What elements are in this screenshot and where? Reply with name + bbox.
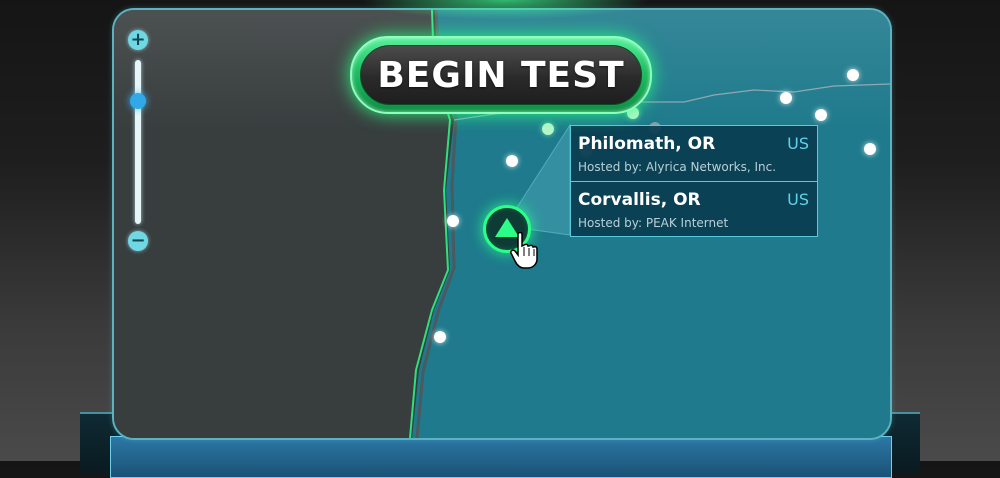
- server-country: US: [787, 134, 809, 153]
- server-option[interactable]: Corvallis, OR US Hosted by: PEAK Interne…: [571, 182, 817, 236]
- server-popup: Philomath, OR US Hosted by: Alyrica Netw…: [570, 125, 818, 237]
- begin-test-label: BEGIN TEST: [377, 54, 625, 96]
- server-host: Hosted by: PEAK Internet: [578, 216, 729, 230]
- server-city: Corvallis, OR: [578, 190, 701, 210]
- begin-test-button[interactable]: BEGIN TEST: [350, 36, 652, 114]
- server-host: Hosted by: Alyrica Networks, Inc.: [578, 160, 777, 174]
- server-option[interactable]: Philomath, OR US Hosted by: Alyrica Netw…: [571, 126, 817, 180]
- server-country: US: [787, 190, 809, 209]
- begin-test-button-face: BEGIN TEST: [360, 45, 642, 105]
- hand-pointer-icon: [510, 232, 538, 269]
- server-city: Philomath, OR: [578, 134, 716, 154]
